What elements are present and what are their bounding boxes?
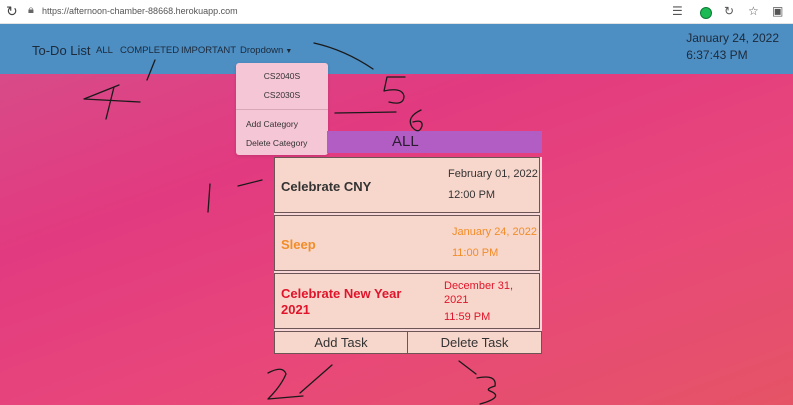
annotation-line-3	[458, 360, 477, 375]
refresh-icon[interactable]: ↻	[6, 3, 18, 20]
annotation-digit-4	[83, 84, 141, 120]
address-bar[interactable]: https://afternoon-chamber-88668.herokuap…	[42, 6, 238, 16]
extension-icon[interactable]	[700, 7, 712, 19]
annotation-digit-3	[476, 376, 497, 405]
annotation-digit-6	[409, 109, 423, 132]
reader-icon[interactable]: ☰	[672, 4, 683, 18]
annotation-line-6	[334, 111, 397, 114]
annotation-line-4	[146, 59, 156, 81]
annotation-digit-5	[383, 76, 406, 104]
favorites-icon[interactable]: ☆	[748, 4, 759, 18]
sync-icon[interactable]: ↻	[724, 4, 734, 18]
collections-icon[interactable]: ▣	[772, 4, 783, 18]
app-background: To-Do List ALL COMPLETED IMPORTANT Dropd…	[0, 24, 793, 405]
handwritten-annotations	[83, 42, 497, 405]
annotation-line-2	[299, 364, 333, 394]
lock-icon: 🔒︎	[28, 4, 34, 16]
browser-toolbar: ↻ 🔒︎ https://afternoon-chamber-88668.her…	[0, 0, 793, 24]
annotation-digit-1	[207, 183, 211, 213]
annotation-line-1	[237, 179, 263, 187]
annotation-line-5	[313, 42, 374, 70]
annotation-digit-2	[267, 368, 304, 400]
